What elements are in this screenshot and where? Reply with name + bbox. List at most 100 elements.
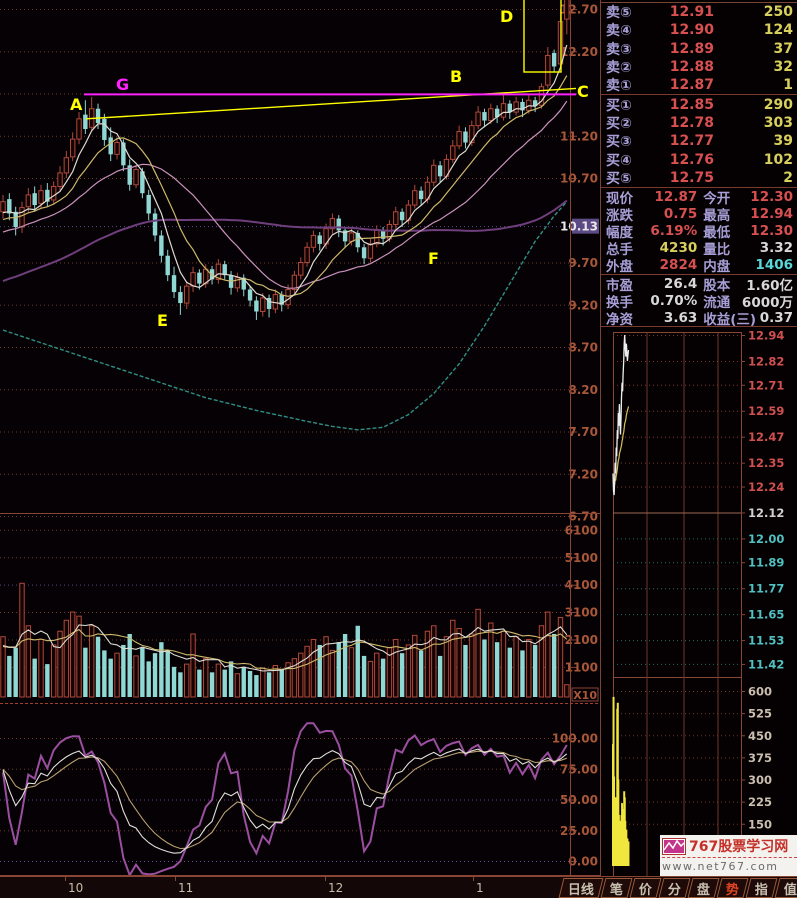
stock-trading-terminal: 12.7012.2011.2010.7010.139.709.208.708.2… — [0, 0, 797, 898]
ask-level-label: 卖② — [606, 57, 652, 77]
quote-value: 12.30 — [750, 189, 793, 205]
quote-value: 12.94 — [750, 206, 793, 222]
quote-value: 0.70% — [650, 293, 697, 309]
quote-row: 净资3.63收益(三)0.37 — [601, 309, 797, 326]
ask-price: 12.91 — [652, 4, 714, 20]
svg-text:375: 375 — [748, 751, 772, 765]
quote-label: 外盘 — [606, 255, 633, 275]
ask-row[interactable]: 卖④12.90124 — [601, 21, 797, 39]
svg-text:8.20: 8.20 — [568, 383, 598, 397]
quote-row: 外盘2824内盘1406 — [601, 257, 797, 274]
ask-level-label: 卖③ — [606, 39, 652, 59]
svg-text:2100: 2100 — [565, 633, 598, 647]
bid-row[interactable]: 买①12.85290 — [601, 95, 797, 113]
svg-text:10.70: 10.70 — [560, 172, 598, 186]
month-tick — [325, 877, 326, 881]
svg-text:525: 525 — [748, 707, 772, 721]
ask-row[interactable]: 卖②12.8832 — [601, 58, 797, 76]
svg-text:75.00: 75.00 — [560, 762, 598, 776]
month-label: 10 — [68, 881, 83, 895]
tab-label: 笔 — [610, 879, 623, 898]
bid-price: 12.85 — [652, 97, 714, 113]
svg-text:11.65: 11.65 — [748, 608, 784, 622]
quote-value: 0.75 — [664, 206, 697, 222]
long-ma-line — [3, 202, 567, 430]
tab-值[interactable]: 值 — [775, 878, 797, 898]
quote-value: 3.32 — [760, 240, 793, 256]
annotation-letter-F: F — [428, 249, 439, 268]
kdj-indicator — [3, 723, 567, 875]
ask-quantity: 1 — [714, 77, 793, 93]
ask-quantity: 124 — [714, 22, 793, 38]
svg-text:4100: 4100 — [565, 578, 598, 592]
svg-text:3100: 3100 — [565, 606, 598, 620]
tab-日线[interactable]: 日线 — [559, 878, 604, 898]
tab-label: 价 — [639, 879, 652, 898]
quote-stats: 现价12.87今开12.30涨跌0.75最高12.94幅度6.19%最低12.3… — [601, 188, 797, 274]
quote-value: 12.30 — [750, 223, 793, 239]
svg-text:12.59: 12.59 — [748, 404, 784, 418]
svg-text:12.47: 12.47 — [748, 430, 784, 444]
svg-text:300: 300 — [748, 773, 772, 787]
quote-row: 换手0.70%流通6000万 — [601, 292, 797, 309]
ask-row[interactable]: 卖①12.871 — [601, 76, 797, 94]
annotation-letter-E: E — [157, 311, 168, 330]
svg-text:50.00: 50.00 — [560, 793, 598, 807]
bid-price: 12.78 — [652, 115, 714, 131]
quote-panel: 卖⑤12.91250卖④12.90124卖③12.8937卖②12.8832卖①… — [600, 0, 797, 876]
tab-笔[interactable]: 笔 — [601, 878, 633, 898]
tab-盘[interactable]: 盘 — [688, 878, 720, 898]
quote-cell: 内盘1406 — [703, 255, 793, 275]
svg-text:10.13: 10.13 — [560, 220, 598, 234]
quote-row: 现价12.87今开12.30 — [601, 188, 797, 205]
tab-分[interactable]: 分 — [659, 878, 691, 898]
fundamental-stats: 市盈26.4股本1.60亿换手0.70%流通6000万净资3.63收益(三)0.… — [601, 275, 797, 327]
svg-text:12.24: 12.24 — [748, 480, 784, 494]
ask-row[interactable]: 卖⑤12.91250 — [601, 3, 797, 21]
tab-价[interactable]: 价 — [630, 878, 662, 898]
bid-quantity: 2 — [714, 170, 793, 186]
tab-指[interactable]: 指 — [746, 878, 778, 898]
svg-text:600: 600 — [748, 685, 772, 699]
quote-label: 收益(三) — [703, 308, 756, 328]
svg-text:100.00: 100.00 — [552, 732, 598, 746]
bid-row[interactable]: 买④12.76102 — [601, 150, 797, 168]
svg-text:7.70: 7.70 — [568, 425, 598, 439]
bid-level-label: 买④ — [606, 150, 652, 170]
bid-row[interactable]: 买②12.78303 — [601, 114, 797, 132]
month-label: 12 — [328, 881, 343, 895]
bid-row[interactable]: 买③12.7739 — [601, 132, 797, 150]
bid-level-label: 买⑤ — [606, 168, 652, 188]
daily-candlestick-chart[interactable]: 12.7012.2011.2010.7010.139.709.208.708.2… — [0, 0, 600, 876]
quote-row: 市盈26.4股本1.60亿 — [601, 275, 797, 292]
ask-price: 12.89 — [652, 41, 714, 57]
svg-text:7.20: 7.20 — [568, 467, 598, 481]
tab-势[interactable]: 势 — [717, 878, 749, 898]
svg-text:12.71: 12.71 — [748, 378, 784, 392]
quote-value: 12.87 — [655, 189, 698, 205]
bid-quantity: 39 — [714, 133, 793, 149]
ask-row[interactable]: 卖③12.8937 — [601, 40, 797, 58]
quote-label: 内盘 — [703, 255, 730, 275]
svg-text:0.00: 0.00 — [568, 855, 598, 869]
quote-value: 4230 — [660, 240, 698, 256]
watermark-url: www.net767.com — [662, 858, 797, 873]
bid-quantity: 290 — [714, 97, 793, 113]
svg-text:450: 450 — [748, 729, 772, 743]
tab-label: 值 — [784, 879, 797, 898]
svg-text:12.82: 12.82 — [748, 354, 784, 368]
bid-row[interactable]: 买⑤12.752 — [601, 169, 797, 187]
ask-price: 12.88 — [652, 59, 714, 75]
quote-row: 涨跌0.75最高12.94 — [601, 205, 797, 222]
quote-value: 3.63 — [664, 310, 697, 326]
svg-text:11.42: 11.42 — [748, 657, 784, 671]
quote-value: 26.4 — [664, 276, 697, 292]
intraday-chart[interactable]: 12.9412.8212.7112.5912.4712.3512.2412.12… — [601, 330, 797, 876]
month-label: 1 — [476, 881, 484, 895]
candles — [1, 0, 569, 320]
ask-level-label: 卖① — [606, 75, 652, 95]
month-tick — [175, 877, 176, 881]
ask-price: 12.87 — [652, 77, 714, 93]
ask-level-label: 卖④ — [606, 20, 652, 40]
svg-text:225: 225 — [748, 795, 772, 809]
